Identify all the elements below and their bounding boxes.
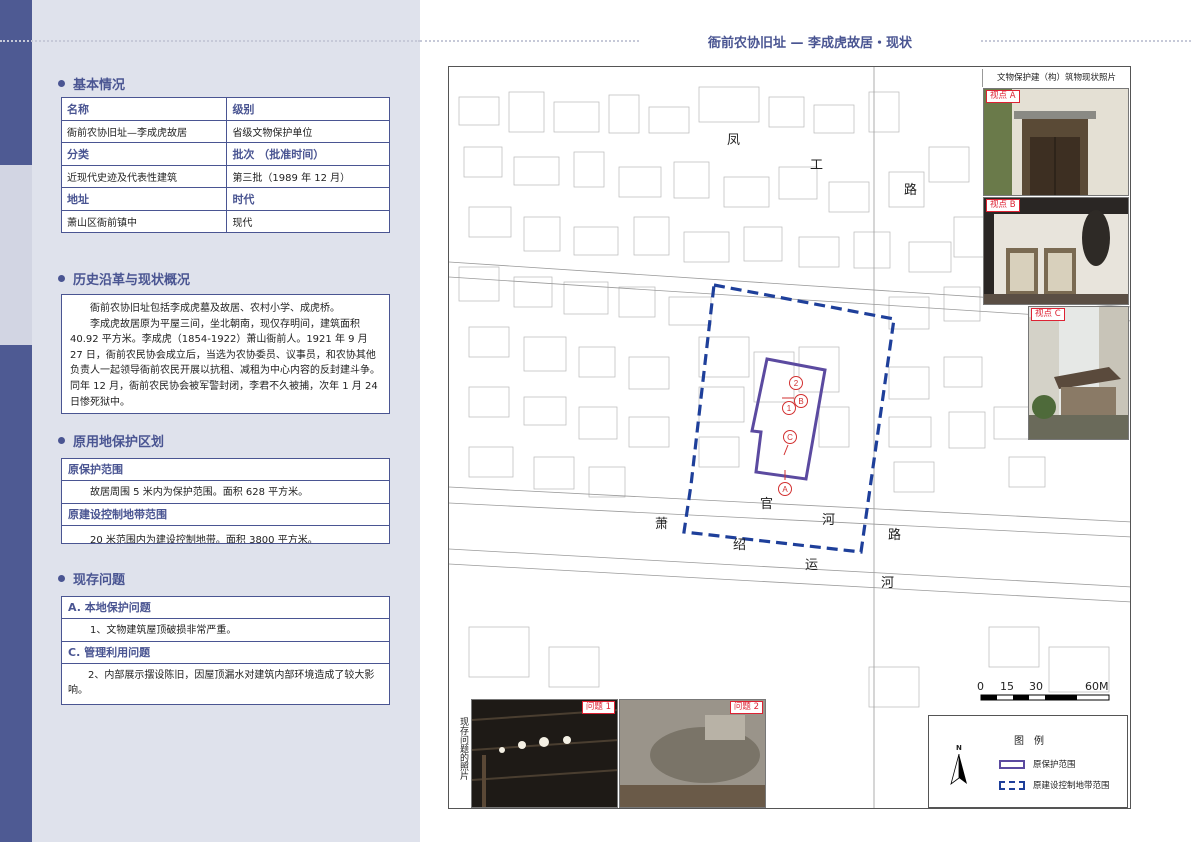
dotted-divider-left bbox=[0, 40, 420, 42]
photo-issue-1: 问题 1 bbox=[471, 699, 618, 808]
control-zone-boundary bbox=[682, 283, 896, 554]
road-char-9: 运 bbox=[805, 558, 819, 573]
original-range-label: 原保护范围 bbox=[62, 459, 389, 481]
marker-2: 2 bbox=[794, 379, 799, 388]
photo-viewpoint-c: 视点 C bbox=[1028, 306, 1129, 440]
issue-2-tag: 问题 2 bbox=[729, 701, 763, 714]
marker-B: B bbox=[798, 397, 803, 406]
road-char-1: 凤 bbox=[727, 133, 741, 148]
road-char-7: 萧 bbox=[655, 517, 669, 532]
batch-value: 第三批（1989 年 12 月） bbox=[226, 164, 390, 188]
legend-protect-swatch bbox=[999, 759, 1025, 769]
photo-viewpoint-a: 视点 A bbox=[983, 88, 1129, 196]
side-bar-mid bbox=[0, 165, 32, 345]
road-char-6: 路 bbox=[888, 528, 902, 543]
category-value: 近现代史迹及代表性建筑 bbox=[60, 164, 228, 188]
road-char-3: 路 bbox=[904, 183, 918, 198]
control-range-text: 20 米范围内为建设控制地带。面积 3800 平方米。 bbox=[90, 535, 318, 544]
road-char-8: 绍 bbox=[733, 538, 747, 553]
legend-control-swatch bbox=[999, 780, 1025, 790]
viewpoint-c-tag: 视点 C bbox=[1031, 308, 1065, 321]
photo-panel-title: 文物保护建（构）筑物现状照片 bbox=[982, 69, 1130, 87]
road-char-4: 官 bbox=[760, 497, 774, 512]
section-issues: 现存问题 bbox=[58, 569, 125, 588]
marker-1: 1 bbox=[787, 404, 792, 413]
bullet-icon bbox=[58, 275, 65, 282]
issue-photos-label: 现存问题的照片 bbox=[458, 717, 468, 780]
issue-c-label: C. 管理利用问题 bbox=[62, 642, 389, 664]
legend-title: 图 例 bbox=[1014, 736, 1044, 747]
bullet-icon bbox=[58, 575, 65, 582]
name-value: 衙前农协旧址—李成虎故居 bbox=[60, 119, 228, 143]
legend-control: 原建设控制地带范围 bbox=[999, 779, 1110, 791]
photo-issue-2: 问题 2 bbox=[619, 699, 766, 808]
issues-box: A. 本地保护问题 1、文物建筑屋顶破损非常严重。 C. 管理利用问题 2、内部… bbox=[61, 596, 390, 705]
road-char-5: 河 bbox=[822, 513, 836, 528]
legend-protect: 原保护范围 bbox=[999, 758, 1076, 770]
history-paragraph-1: 衙前农协旧址包括李成虎墓及故居、农村小学、成虎桥。 bbox=[90, 303, 340, 314]
batch-label: 批次 （批准时间） bbox=[226, 142, 390, 166]
original-range-text: 故居周围 5 米内为保护范围。面积 628 平方米。 bbox=[62, 481, 389, 504]
control-range-label: 原建设控制地带范围 bbox=[62, 504, 389, 526]
scale-bar: 0 15 30 60M bbox=[975, 680, 1115, 710]
era-label: 时代 bbox=[226, 187, 390, 211]
history-box: 衙前农协旧址包括李成虎墓及故居、农村小学、成虎桥。 李成虎故居原为平屋三间，坐北… bbox=[61, 294, 390, 414]
section-protect: 原用地保护区划 bbox=[58, 431, 164, 450]
north-arrow-icon bbox=[950, 754, 967, 786]
era-value: 现代 bbox=[226, 209, 390, 233]
issue-c-text: 2、内部展示摆设陈旧，因屋顶漏水对建筑内部环境造成了较大影响。 bbox=[68, 670, 375, 696]
map-legend: 图 例 N 原保护范围 原建设控制地带范围 bbox=[928, 715, 1128, 808]
page-title: 衙前农协旧址 — 李成虎故居・现状 bbox=[640, 32, 980, 51]
name-label: 名称 bbox=[60, 97, 228, 121]
protect-box: 原保护范围 故居周围 5 米内为保护范围。面积 628 平方米。 原建设控制地带… bbox=[61, 458, 390, 544]
road-char-10: 河 bbox=[881, 576, 895, 591]
address-value: 萧山区衙前镇中 bbox=[60, 209, 228, 233]
issue-1-tag: 问题 1 bbox=[581, 701, 615, 714]
photo-viewpoint-b: 视点 B bbox=[983, 197, 1129, 305]
viewpoint-a-tag: 视点 A bbox=[986, 90, 1020, 103]
marker-C: C bbox=[787, 433, 793, 442]
address-label: 地址 bbox=[60, 187, 228, 211]
info-table: 名称 级别 衙前农协旧址—李成虎故居 省级文物保护单位 分类 批次 （批准时间）… bbox=[60, 97, 390, 233]
level-label: 级别 bbox=[226, 97, 390, 121]
history-paragraph-2: 李成虎故居原为平屋三间，坐北朝南，现仅存明间，建筑面积 40.92 平方米。李成… bbox=[70, 318, 380, 408]
protect-zone-boundary bbox=[750, 357, 827, 481]
issue-a-label: A. 本地保护问题 bbox=[62, 597, 389, 619]
side-bar-bottom bbox=[0, 345, 32, 842]
section-basic: 基本情况 bbox=[58, 74, 125, 93]
category-label: 分类 bbox=[60, 142, 228, 166]
issue-a-text: 1、文物建筑屋顶破损非常严重。 bbox=[62, 619, 389, 642]
bullet-icon bbox=[58, 437, 65, 444]
section-history: 历史沿革与现状概况 bbox=[58, 269, 190, 288]
marker-A: A bbox=[782, 485, 788, 494]
side-bar-top bbox=[0, 0, 32, 165]
road-char-2: 工 bbox=[810, 158, 824, 173]
viewpoint-b-tag: 视点 B bbox=[986, 199, 1020, 212]
north-label: N bbox=[956, 744, 962, 752]
bullet-icon bbox=[58, 80, 65, 87]
level-value: 省级文物保护单位 bbox=[226, 119, 390, 143]
